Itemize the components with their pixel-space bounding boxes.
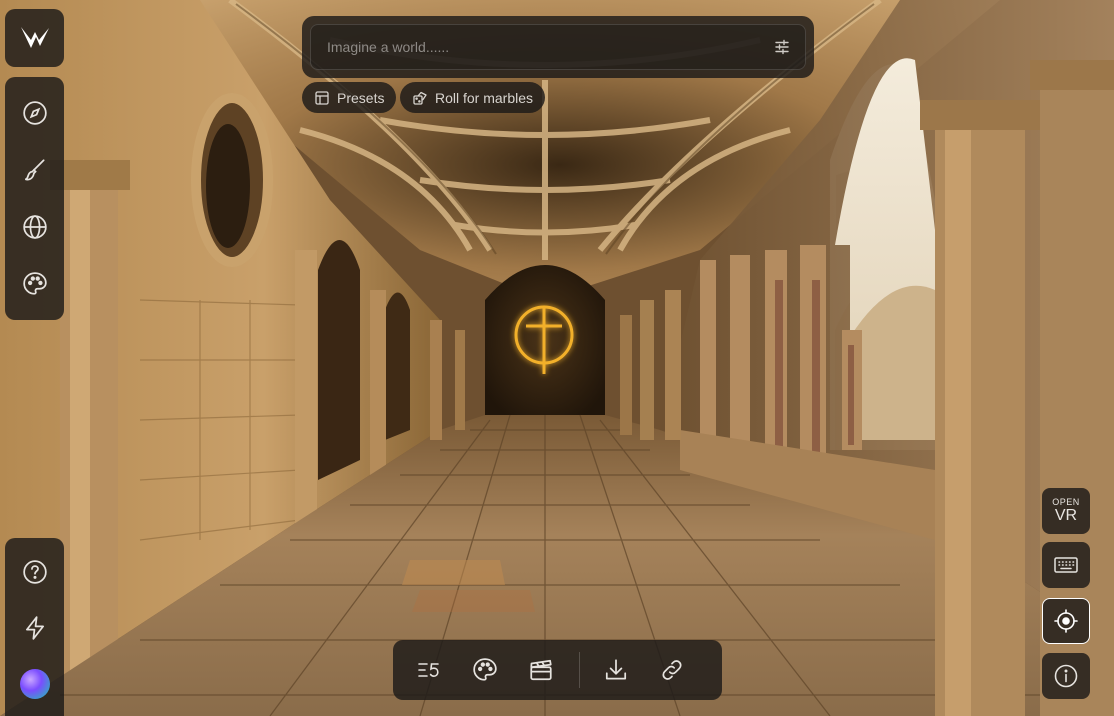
- recenter-button[interactable]: [1042, 598, 1090, 644]
- sidebar-item-profile[interactable]: [15, 664, 55, 704]
- world-labs-logo-icon: [20, 27, 49, 48]
- toolbar-palette-button[interactable]: [463, 648, 507, 692]
- sidebar-item-help[interactable]: [15, 552, 55, 592]
- toolbar-steps-button[interactable]: [407, 648, 451, 692]
- clapperboard-icon: [530, 659, 552, 681]
- bottom-toolbar: [393, 640, 722, 700]
- presets-button[interactable]: Presets: [302, 82, 397, 113]
- presets-label: Presets: [337, 89, 385, 106]
- sidebar-item-explore[interactable]: [15, 93, 55, 133]
- globe-icon: [22, 215, 47, 239]
- sidebar-top: [5, 77, 64, 320]
- keyboard-controls-button[interactable]: [1042, 542, 1090, 588]
- sidebar-item-create[interactable]: [15, 150, 55, 190]
- toolbar-link-button[interactable]: [650, 648, 694, 692]
- info-icon: [1054, 664, 1078, 688]
- logo-button[interactable]: [5, 9, 64, 67]
- layout-icon: [315, 90, 329, 105]
- keyboard-icon: [1054, 557, 1078, 573]
- world-viewport[interactable]: [0, 0, 1114, 716]
- palette-icon: [22, 271, 47, 295]
- compass-icon: [22, 101, 47, 126]
- lightning-icon: [25, 616, 44, 640]
- toolbar-divider: [579, 652, 580, 688]
- help-circle-icon: [22, 560, 47, 584]
- roll-for-marbles-button[interactable]: Roll for marbles: [400, 82, 546, 113]
- vr-small-label: OPEN: [1052, 497, 1080, 507]
- toolbar-clapper-button[interactable]: [519, 648, 563, 692]
- crosshair-icon: [1054, 609, 1078, 633]
- dice-icon: [413, 91, 427, 105]
- palette-icon: [473, 658, 497, 681]
- roll-label: Roll for marbles: [435, 89, 534, 106]
- vr-big-label: VR: [1054, 507, 1078, 524]
- sidebar-bottom: [5, 538, 64, 716]
- cloister-scene: [0, 0, 1114, 716]
- sidebar-item-style[interactable]: [15, 264, 55, 304]
- prompt-field: [310, 24, 806, 70]
- list-steps-icon: [418, 663, 439, 678]
- prompt-input[interactable]: [327, 39, 773, 55]
- brush-icon: [24, 159, 45, 181]
- avatar: [19, 669, 50, 699]
- prompt-settings-button[interactable]: [773, 38, 791, 56]
- download-icon: [605, 659, 627, 680]
- link-icon: [662, 660, 682, 680]
- prompt-bar: [302, 16, 814, 78]
- open-vr-button[interactable]: OPEN VR: [1042, 488, 1090, 534]
- info-button[interactable]: [1042, 653, 1090, 699]
- toolbar-download-button[interactable]: [594, 648, 638, 692]
- sliders-icon: [775, 39, 789, 55]
- sidebar-item-lightning[interactable]: [15, 608, 55, 648]
- sidebar-item-worlds[interactable]: [15, 207, 55, 247]
